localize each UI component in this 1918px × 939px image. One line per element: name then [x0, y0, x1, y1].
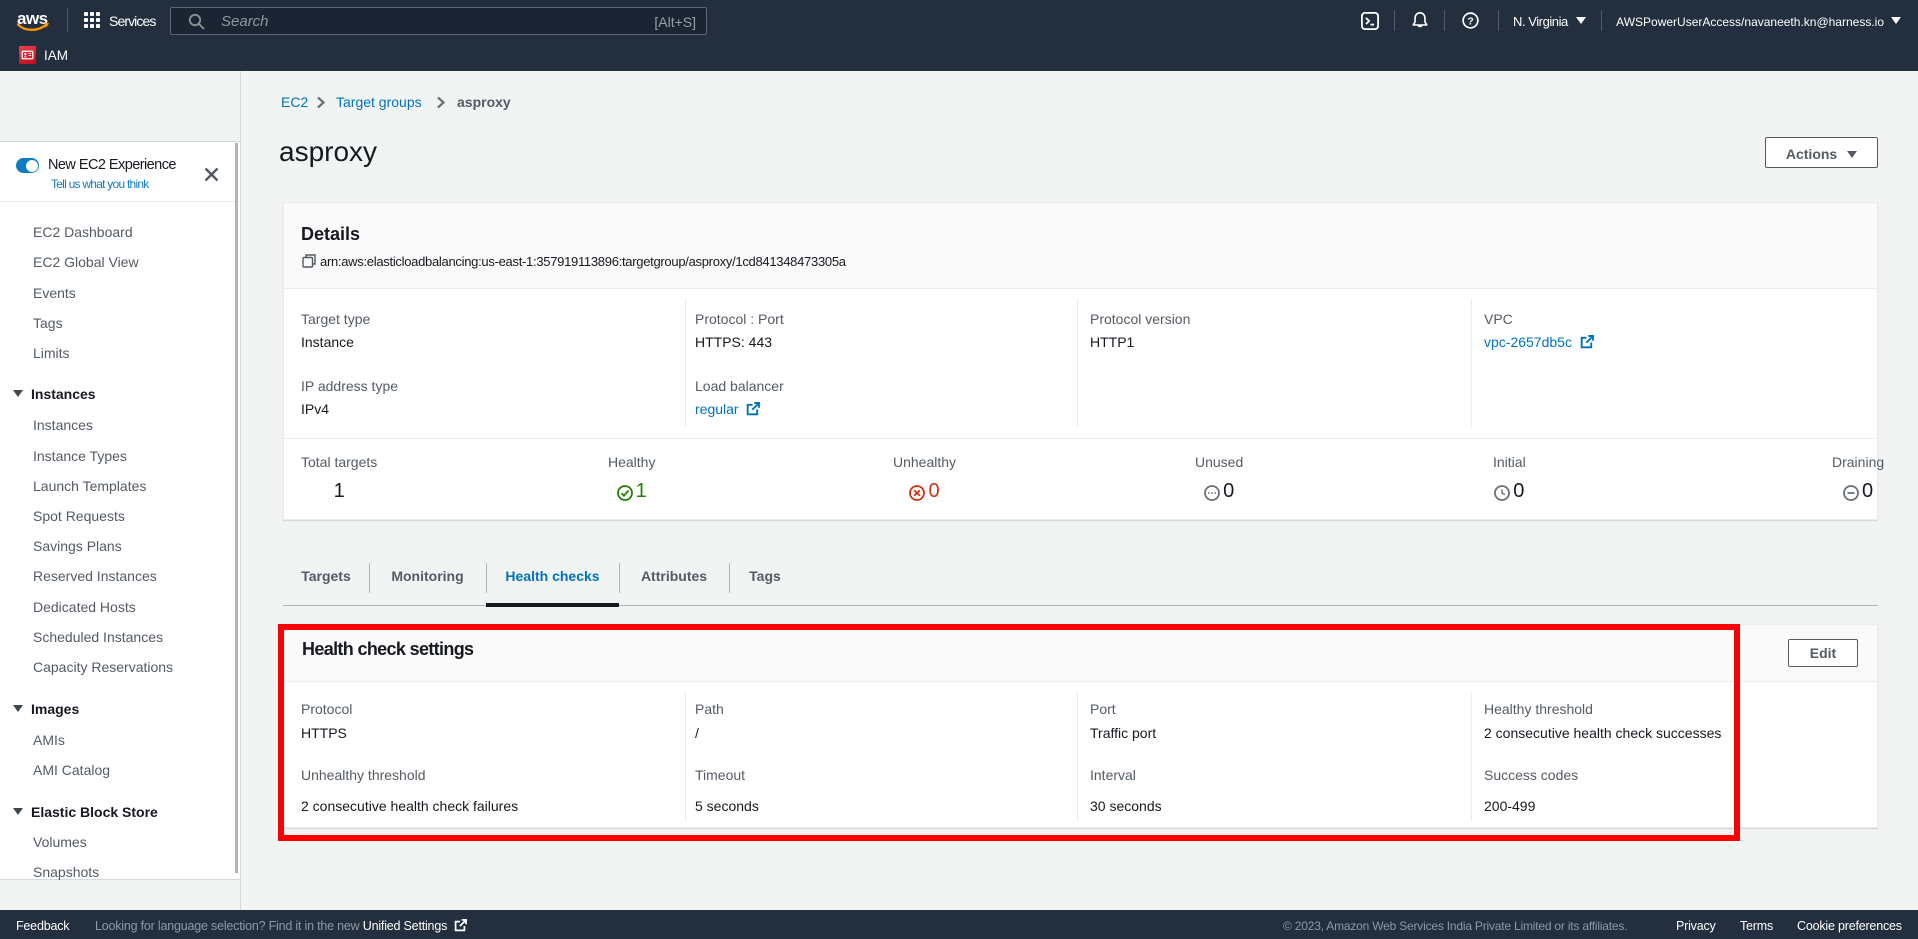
svg-text:aws: aws [17, 9, 48, 28]
svg-text:?: ? [1467, 16, 1473, 27]
